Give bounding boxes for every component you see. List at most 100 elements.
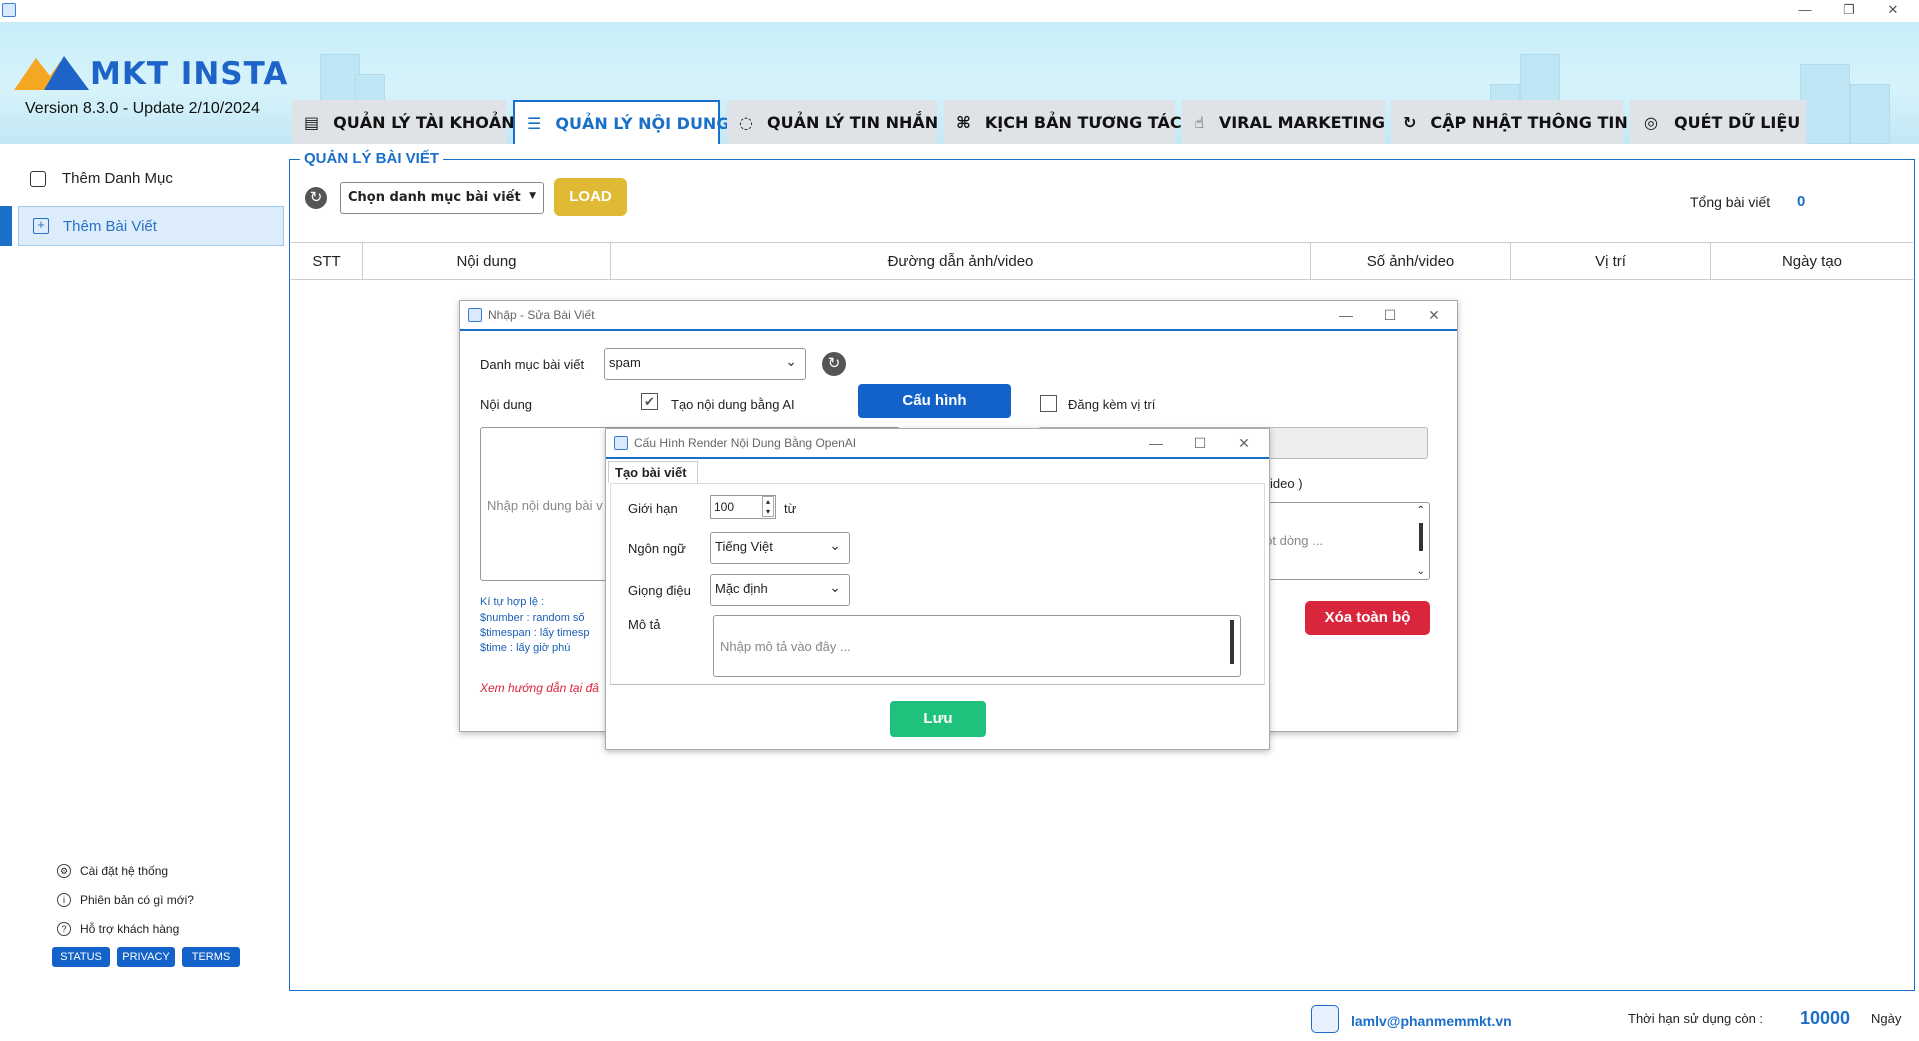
post-category-combo[interactable]: spam ⌄ — [604, 348, 806, 380]
version-text: Version 8.3.0 - Update 2/10/2024 — [25, 100, 260, 117]
sidebar-active-marker — [0, 206, 12, 246]
dialog-close-button[interactable]: ✕ — [1412, 301, 1456, 329]
app-small-icon — [468, 308, 482, 322]
rule-timespan: $timespan : lấy timesp — [480, 627, 590, 639]
refresh-icon[interactable]: ↻ — [822, 352, 846, 376]
minimize-button[interactable]: — — [1782, 0, 1828, 22]
tab-create-post[interactable]: Tạo bài viết — [608, 461, 698, 483]
content-list-icon: ☰ — [527, 113, 542, 133]
stepper-arrows-icon[interactable]: ▴ ▾ — [762, 496, 774, 517]
system-settings-link[interactable]: Cài đặt hệ thống — [80, 864, 168, 878]
column-stt[interactable]: STT — [291, 243, 363, 279]
status-badge[interactable]: STATUS — [52, 947, 110, 967]
refresh-icon[interactable]: ↻ — [305, 187, 327, 209]
total-posts-label: Tổng bài viết — [1690, 194, 1771, 210]
help-icon: ? — [57, 922, 71, 936]
expiry-label: Thời hạn sử dụng còn : — [1628, 1011, 1764, 1026]
tone-combo[interactable]: Mặc định ⌄ — [710, 574, 850, 606]
dialog-minimize-button[interactable]: — — [1134, 429, 1178, 457]
dialog-close-button[interactable]: ✕ — [1222, 429, 1266, 457]
valid-chars-title: Kí tự hợp lệ : — [480, 596, 545, 608]
openai-config-dialog: Cấu Hình Render Nội Dung Bằng OpenAI — ☐… — [605, 428, 1270, 750]
tab-interaction-script[interactable]: ⌘ KỊCH BẢN TƯƠNG TÁC — [944, 100, 1182, 144]
load-button[interactable]: LOAD — [554, 178, 627, 216]
column-media-count[interactable]: Số ảnh/video — [1311, 243, 1511, 279]
expiry-unit: Ngày — [1871, 1011, 1902, 1026]
location-label: Đăng kèm vị trí — [1068, 397, 1156, 412]
sidebar-item-add-post[interactable]: + Thêm Bài Viết — [18, 206, 284, 246]
refresh-check-icon: ↻ — [1403, 112, 1417, 132]
column-content[interactable]: Nội dung — [363, 243, 611, 279]
category-select[interactable]: Chọn danh mục bài viết ▼ — [340, 182, 544, 214]
info-icon: i — [57, 893, 71, 907]
user-avatar-icon — [1311, 1005, 1339, 1033]
description-textarea[interactable]: Nhập mô tả vào đây ... — [713, 615, 1241, 677]
column-media-path[interactable]: Đường dẫn ảnh/video — [611, 243, 1311, 279]
language-label: Ngôn ngữ — [628, 541, 686, 556]
grid-icon: ⌘ — [956, 112, 971, 132]
logo-text: MKT INSTA — [90, 56, 289, 92]
app-icon — [2, 3, 16, 17]
sidebar-item-add-category[interactable]: Thêm Danh Mục — [30, 170, 173, 187]
scroll-up-icon[interactable]: ⌃ — [1417, 505, 1425, 516]
dialog-maximize-button[interactable]: ☐ — [1368, 301, 1412, 329]
whats-new-link[interactable]: Phiên bản có gì mới? — [80, 893, 194, 907]
rule-time: $time : lấy giờ phú — [480, 642, 571, 654]
guide-link[interactable]: Xem hướng dẫn tại đâ — [480, 681, 599, 695]
user-email: lamlv@phanmemmkt.vn — [1351, 1013, 1512, 1029]
tab-message-management[interactable]: ◌ QUẢN LÝ TIN NHẮN — [727, 100, 938, 144]
dialog-minimize-button[interactable]: — — [1324, 301, 1368, 329]
category-icon — [30, 170, 46, 187]
app-small-icon — [614, 436, 628, 450]
radar-icon: ◎ — [1644, 112, 1658, 132]
content-label: Nội dung — [480, 397, 533, 412]
chevron-down-icon: ⌄ — [829, 537, 841, 553]
tab-account-management[interactable]: ▤ QUẢN LÝ TÀI KHOẢN — [292, 100, 515, 144]
expiry-value: 10000 — [1800, 1008, 1851, 1028]
chevron-down-icon: ⌄ — [785, 353, 797, 369]
tab-update-info[interactable]: ↻ CẬP NHẬT THÔNG TIN — [1391, 100, 1628, 144]
close-button[interactable]: ✕ — [1870, 0, 1916, 22]
media-hint-label: ideo ) — [1270, 476, 1303, 491]
hand-icon: ☝ — [1194, 112, 1205, 132]
tone-label: Giọng điệu — [628, 583, 691, 598]
rule-number: $number : random số — [480, 612, 585, 624]
scrollbar-thumb[interactable] — [1419, 523, 1423, 551]
limit-label: Giới hạn — [628, 501, 678, 516]
section-title: QUẢN LÝ BÀI VIẾT — [300, 150, 444, 167]
terms-badge[interactable]: TERMS — [182, 947, 240, 967]
add-post-icon: + — [33, 218, 49, 234]
ai-content-checkbox[interactable]: ✔ — [641, 393, 658, 410]
chevron-down-icon: ⌄ — [829, 579, 841, 595]
restore-button[interactable]: ❐ — [1826, 0, 1872, 22]
ai-content-label: Tạo nội dung bằng AI — [671, 397, 795, 412]
config-button[interactable]: Cấu hình — [858, 384, 1011, 418]
save-button[interactable]: Lưu — [890, 701, 986, 737]
tab-viral-marketing[interactable]: ☝ VIRAL MARKETING — [1182, 100, 1385, 144]
limit-stepper[interactable]: 100 ▴ ▾ — [710, 495, 776, 519]
dialog-maximize-button[interactable]: ☐ — [1178, 429, 1222, 457]
category-label: Danh mục bài viết — [480, 357, 585, 372]
tab-content-management[interactable]: ☰ QUẢN LÝ NỘI DUNG — [513, 100, 729, 144]
scrollbar-thumb[interactable] — [1230, 620, 1234, 664]
title-bar: — ❐ ✕ — [0, 0, 1919, 22]
customer-support-link[interactable]: Hỗ trợ khách hàng — [80, 922, 179, 936]
edit-post-dialog-titlebar: Nhập - Sửa Bài Viết — [460, 301, 1457, 331]
chat-icon: ◌ — [739, 112, 753, 132]
column-location[interactable]: Vị trí — [1511, 243, 1711, 279]
limit-unit: từ — [784, 501, 797, 516]
tab-scan-data[interactable]: ◎ QUÉT DỮ LIỆU — [1630, 100, 1806, 144]
list-icon: ▤ — [304, 112, 320, 132]
privacy-badge[interactable]: PRIVACY — [117, 947, 175, 967]
description-label: Mô tả — [628, 617, 661, 632]
total-posts-value: 0 — [1797, 193, 1806, 210]
logo-icon — [14, 56, 89, 90]
dropdown-arrow-icon: ▼ — [529, 191, 536, 201]
location-checkbox[interactable] — [1040, 395, 1057, 412]
settings-icon: ⚙ — [57, 864, 71, 878]
table-header: STT Nội dung Đường dẫn ảnh/video Số ảnh/… — [291, 242, 1913, 280]
language-combo[interactable]: Tiếng Việt ⌄ — [710, 532, 850, 564]
delete-all-button[interactable]: Xóa toàn bộ — [1305, 601, 1430, 635]
column-created-date[interactable]: Ngày tạo — [1711, 243, 1913, 279]
scroll-down-icon[interactable]: ⌄ — [1417, 566, 1425, 577]
